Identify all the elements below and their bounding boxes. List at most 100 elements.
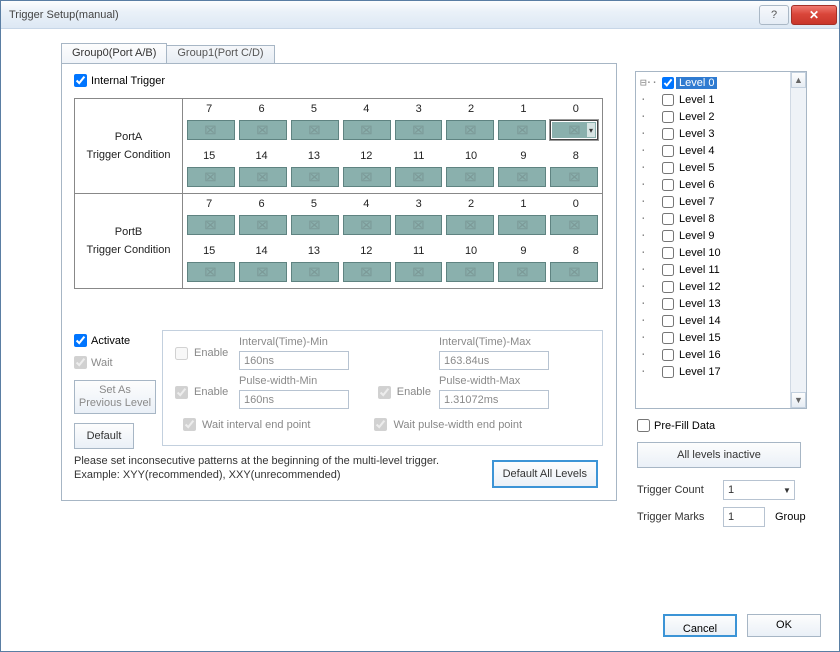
bit-toggle[interactable]: ⊠ [239,120,287,140]
level-checkbox[interactable] [662,213,674,225]
level-checkbox[interactable] [662,366,674,378]
bit-toggle[interactable]: ⊠ [343,167,391,187]
bit-toggle[interactable]: ⊠ [498,120,546,140]
level-item[interactable]: ·Level 9 [636,227,806,244]
level-item[interactable]: ⊟··Level 0 [636,74,806,91]
bit-toggle[interactable]: ⊠ [395,215,443,235]
bit-toggle[interactable]: ⊠ [550,262,598,282]
bit-toggle[interactable]: ⊠ [239,167,287,187]
prefill-data-checkbox[interactable]: Pre-Fill Data [637,419,715,432]
default-button[interactable]: Default [74,423,134,449]
level-checkbox[interactable] [662,264,674,276]
enable-interval-checkbox[interactable]: Enable [171,344,239,363]
level-list[interactable]: ⊟··Level 0 ·Level 1 ·Level 2 ·Level 3 ·L… [635,71,807,409]
tab-group0[interactable]: Group0(Port A/B) [61,43,167,64]
level-checkbox[interactable] [662,128,674,140]
interval-max-input[interactable] [439,351,549,370]
interval-min-input[interactable] [239,351,349,370]
bit-toggle[interactable]: ⊠ [395,167,443,187]
default-all-levels-button[interactable]: Default All Levels [492,460,598,488]
enable-pulse-max-checkbox[interactable]: Enable [363,383,439,402]
bit-toggle[interactable]: ⊠ [239,262,287,282]
level-item[interactable]: ·Level 11 [636,261,806,278]
enable-pulse-min-checkbox[interactable]: Enable [171,383,239,402]
bit-toggle[interactable]: ⊠ [446,215,494,235]
level-checkbox[interactable] [662,77,674,89]
bit-toggle[interactable]: ⊠ [291,262,339,282]
level-item[interactable]: ·Level 4 [636,142,806,159]
tab-group1[interactable]: Group1(Port C/D) [166,45,274,64]
set-as-previous-level-button[interactable]: Set As Previous Level [74,380,156,414]
bit-toggle[interactable]: ⊠ [343,262,391,282]
pulse-min-input[interactable] [239,390,349,409]
bit-toggle[interactable]: ⊠ [446,262,494,282]
level-item[interactable]: ·Level 6 [636,176,806,193]
level-checkbox[interactable] [662,332,674,344]
scroll-down-icon[interactable]: ▼ [791,392,806,408]
level-checkbox[interactable] [662,315,674,327]
level-item[interactable]: ·Level 10 [636,244,806,261]
level-item[interactable]: ·Level 2 [636,108,806,125]
level-item[interactable]: ·Level 17 [636,363,806,380]
bit-header-cell: 0 [550,194,602,212]
bit-toggle[interactable]: ⊠▾ [550,120,598,140]
bit-toggle[interactable]: ⊠ [550,167,598,187]
level-item[interactable]: ·Level 7 [636,193,806,210]
bit-toggle[interactable]: ⊠ [498,262,546,282]
bit-toggle[interactable]: ⊠ [395,262,443,282]
level-checkbox[interactable] [662,247,674,259]
trigger-marks-input[interactable] [723,507,765,527]
level-item[interactable]: ·Level 3 [636,125,806,142]
bit-toggle[interactable]: ⊠ [187,167,235,187]
level-item[interactable]: ·Level 13 [636,295,806,312]
level-item[interactable]: ·Level 5 [636,159,806,176]
bit-toggle[interactable]: ⊠ [187,262,235,282]
bit-toggle[interactable]: ⊠ [343,215,391,235]
bit-toggle[interactable]: ⊠ [395,120,443,140]
internal-trigger-checkbox[interactable]: Internal Trigger [74,74,165,87]
bit-toggle[interactable]: ⊠ [291,215,339,235]
level-checkbox[interactable] [662,162,674,174]
level-item[interactable]: ·Level 12 [636,278,806,295]
level-checkbox[interactable] [662,281,674,293]
bit-toggle[interactable]: ⊠ [446,167,494,187]
bit-toggle[interactable]: ⊠ [291,120,339,140]
bit-toggle[interactable]: ⊠ [498,167,546,187]
level-item[interactable]: ·Level 8 [636,210,806,227]
bit-toggle[interactable]: ⊠ [291,167,339,187]
bit-toggle[interactable]: ⊠ [550,215,598,235]
level-checkbox[interactable] [662,298,674,310]
level-item[interactable]: ·Level 14 [636,312,806,329]
bit-toggle[interactable]: ⊠ [187,215,235,235]
bit-toggle[interactable]: ⊠ [498,215,546,235]
wait-checkbox[interactable]: Wait [74,356,113,369]
wait-pulse-end-checkbox[interactable]: Wait pulse-width end point [370,415,522,434]
level-checkbox[interactable] [662,349,674,361]
level-checkbox[interactable] [662,179,674,191]
level-checkbox[interactable] [662,196,674,208]
level-checkbox[interactable] [662,145,674,157]
wait-interval-end-checkbox[interactable]: Wait interval end point [179,415,310,434]
scroll-up-icon[interactable]: ▲ [791,72,806,88]
cancel-button[interactable]: Cancel [663,614,737,637]
close-icon[interactable]: ✕ [791,5,837,25]
activate-checkbox[interactable]: Activate [74,334,130,347]
bit-toggle[interactable]: ⊠ [187,120,235,140]
level-item[interactable]: ·Level 1 [636,91,806,108]
pulse-max-input[interactable] [439,390,549,409]
bit-toggle[interactable]: ⊠ [343,120,391,140]
level-checkbox[interactable] [662,94,674,106]
level-label: Level 14 [676,315,724,327]
bit-toggle[interactable]: ⊠ [239,215,287,235]
bit-toggle[interactable]: ⊠ [446,120,494,140]
level-checkbox[interactable] [662,230,674,242]
scrollbar[interactable]: ▲ ▼ [790,72,806,408]
ok-button[interactable]: OK [747,614,821,637]
level-item[interactable]: ·Level 15 [636,329,806,346]
level-item[interactable]: ·Level 16 [636,346,806,363]
help-icon[interactable]: ? [759,5,789,25]
level-checkbox[interactable] [662,111,674,123]
bit-header-cell: 6 [235,194,287,212]
all-levels-inactive-button[interactable]: All levels inactive [637,442,801,468]
trigger-count-combo[interactable]: 1 ▼ [723,480,795,500]
